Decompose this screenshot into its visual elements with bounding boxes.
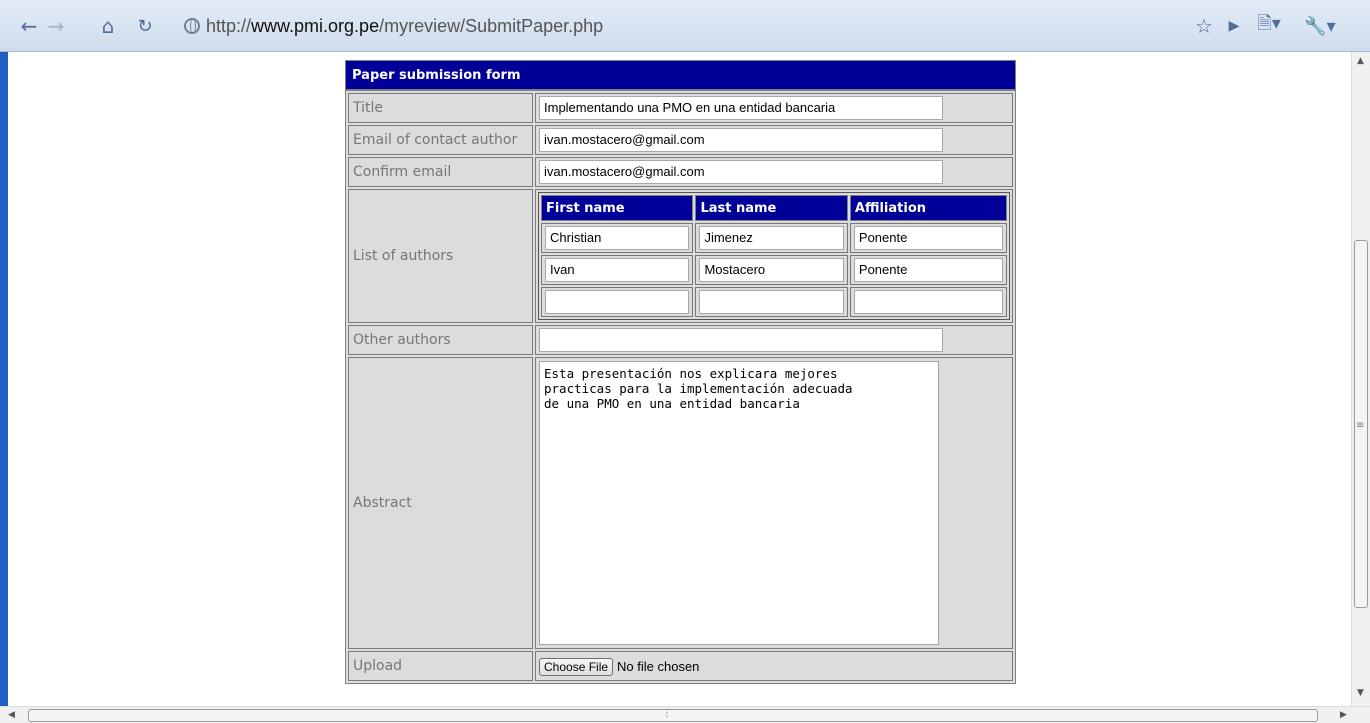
vertical-scrollbar[interactable]: ▲ ≡ ▼ xyxy=(1351,52,1370,706)
authors-header-row: First name Last name Affiliation xyxy=(541,195,1007,221)
upload-row: Upload Choose File No file chosen xyxy=(348,651,1013,681)
author-first-input[interactable]: Christian xyxy=(545,226,690,250)
author-last-input[interactable]: Mostacero xyxy=(699,258,844,282)
scroll-grip-icon: ≡ xyxy=(1356,420,1365,431)
authors-table: First name Last name Affiliation Christi… xyxy=(538,192,1010,320)
address-bar[interactable]: http://www.pmi.org.pe/myreview/SubmitPap… xyxy=(160,11,1160,41)
author-row: Ivan Mostacero Ponente xyxy=(541,255,1007,285)
author-affiliation-cell: Ponente xyxy=(849,223,1007,253)
browser-toolbar: ← → ⌂ ↻ http://www.pmi.org.pe/myreview/S… xyxy=(0,0,1370,52)
author-first-cell xyxy=(541,287,694,317)
author-first-input[interactable]: Ivan xyxy=(545,258,690,282)
page-viewport: Paper submission form Title Implementand… xyxy=(0,52,1351,706)
forward-arrow-icon[interactable]: → xyxy=(44,13,68,39)
email-label: Email of contact author xyxy=(348,125,533,155)
email-cell: ivan.mostacero@gmail.com xyxy=(535,125,1013,155)
last-name-header: Last name xyxy=(695,195,848,221)
author-row: Christian Jimenez Ponente xyxy=(541,223,1007,253)
email-input[interactable]: ivan.mostacero@gmail.com xyxy=(539,128,943,152)
title-row: Title Implementando una PMO en una entid… xyxy=(348,93,1013,123)
confirm-email-row: Confirm email ivan.mostacero@gmail.com xyxy=(348,157,1013,187)
author-row xyxy=(541,287,1007,317)
scroll-up-arrow-icon[interactable]: ▲ xyxy=(1357,56,1364,66)
scroll-down-arrow-icon[interactable]: ▼ xyxy=(1357,688,1364,698)
paper-submission-form: Paper submission form Title Implementand… xyxy=(345,60,1016,684)
page-left-strip xyxy=(0,52,8,706)
h-scroll-grip-icon: ⋮ xyxy=(662,708,672,719)
abstract-row: Abstract Esta presentación nos explicara… xyxy=(348,357,1013,649)
globe-icon xyxy=(184,18,200,34)
author-affiliation-input[interactable] xyxy=(853,290,1003,314)
affiliation-header: Affiliation xyxy=(849,195,1007,221)
confirm-email-input[interactable]: ivan.mostacero@gmail.com xyxy=(539,160,943,184)
reload-icon[interactable]: ↻ xyxy=(132,13,158,39)
other-authors-input[interactable] xyxy=(539,328,943,352)
author-affiliation-input[interactable]: Ponente xyxy=(853,226,1003,250)
title-cell: Implementando una PMO en una entidad ban… xyxy=(535,93,1013,123)
email-row: Email of contact author ivan.mostacero@g… xyxy=(348,125,1013,155)
file-status-text: No file chosen xyxy=(617,659,700,674)
author-last-input[interactable] xyxy=(699,290,844,314)
first-name-header: First name xyxy=(541,195,694,221)
star-icon[interactable]: ☆ xyxy=(1192,13,1216,39)
upload-label: Upload xyxy=(348,651,533,681)
author-last-input[interactable]: Jimenez xyxy=(699,226,844,250)
authors-cell: First name Last name Affiliation Christi… xyxy=(535,189,1013,323)
other-authors-cell xyxy=(535,325,1013,355)
page-menu-icon[interactable]: 🗎▾ xyxy=(1252,13,1286,39)
scroll-left-arrow-icon[interactable]: ◀ xyxy=(8,710,15,720)
author-first-input[interactable] xyxy=(545,290,690,314)
scroll-right-arrow-icon[interactable]: ▶ xyxy=(1340,710,1347,720)
confirm-email-label: Confirm email xyxy=(348,157,533,187)
other-authors-row: Other authors xyxy=(348,325,1013,355)
form-header: Paper submission form xyxy=(345,60,1016,90)
choose-file-button[interactable]: Choose File xyxy=(539,658,614,676)
author-affiliation-cell: Ponente xyxy=(849,255,1007,285)
author-last-cell: Jimenez xyxy=(695,223,848,253)
author-affiliation-input[interactable]: Ponente xyxy=(853,258,1003,282)
author-first-cell: Ivan xyxy=(541,255,694,285)
author-first-cell: Christian xyxy=(541,223,694,253)
horizontal-scrollbar[interactable]: ◀ ⋮ ▶ xyxy=(0,706,1370,723)
horizontal-scroll-thumb[interactable] xyxy=(28,709,1318,722)
abstract-textarea[interactable]: Esta presentación nos explicara mejores … xyxy=(539,361,939,645)
author-last-cell xyxy=(695,287,848,317)
confirm-email-cell: ivan.mostacero@gmail.com xyxy=(535,157,1013,187)
authors-label: List of authors xyxy=(348,189,533,323)
back-arrow-icon[interactable]: ← xyxy=(14,13,44,39)
play-icon[interactable]: ▶ xyxy=(1224,13,1244,39)
title-input[interactable]: Implementando una PMO en una entidad ban… xyxy=(539,96,943,120)
form-table: Title Implementando una PMO en una entid… xyxy=(345,90,1016,684)
upload-cell: Choose File No file chosen xyxy=(535,651,1013,681)
other-authors-label: Other authors xyxy=(348,325,533,355)
title-label: Title xyxy=(348,93,533,123)
url-text: http://www.pmi.org.pe/myreview/SubmitPap… xyxy=(206,15,604,36)
wrench-icon[interactable]: 🔧▾ xyxy=(1300,13,1340,39)
authors-row: List of authors First name Last name Aff… xyxy=(348,189,1013,323)
author-affiliation-cell xyxy=(849,287,1007,317)
abstract-label: Abstract xyxy=(348,357,533,649)
abstract-cell: Esta presentación nos explicara mejores … xyxy=(535,357,1013,649)
home-icon[interactable]: ⌂ xyxy=(95,13,121,39)
author-last-cell: Mostacero xyxy=(695,255,848,285)
